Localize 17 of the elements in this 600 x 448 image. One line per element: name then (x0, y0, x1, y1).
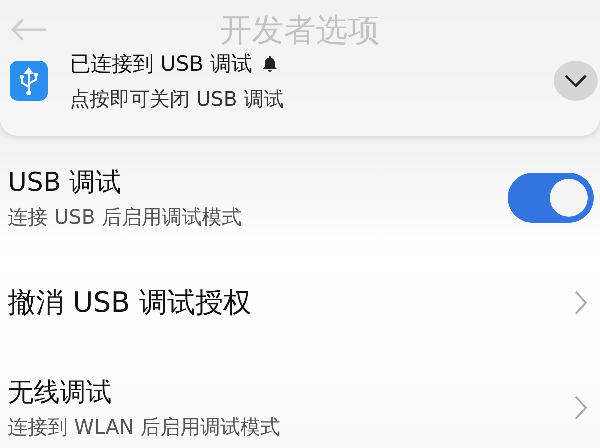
setting-title: 撤消 USB 调试授权 (8, 285, 252, 321)
chevron-right-icon (574, 290, 588, 316)
setting-title: USB 调试 (8, 167, 123, 200)
chevron-right-icon (574, 395, 588, 421)
chevron-down-icon (565, 75, 587, 87)
notification-title: 已连接到 USB 调试 (70, 50, 252, 78)
setting-subtitle: 连接到 WLAN 后启用调试模式 (8, 414, 282, 441)
settings-row[interactable]: 无线调试 连接到 WLAN 后启用调试模式 (8, 358, 600, 448)
settings-row[interactable]: 撤消 USB 调试授权 (8, 248, 600, 358)
settings-row[interactable]: USB 调试 连接 USB 后启用调试模式 (8, 148, 600, 248)
usb-app-icon (10, 61, 48, 101)
toggle-switch[interactable] (508, 173, 594, 223)
expand-button[interactable] (554, 61, 598, 101)
setting-title: 无线调试 (8, 377, 113, 410)
bell-icon (262, 54, 278, 72)
setting-subtitle: 连接 USB 后启用调试模式 (8, 204, 243, 231)
notification-text: 点按即可关闭 USB 调试 (70, 86, 285, 112)
